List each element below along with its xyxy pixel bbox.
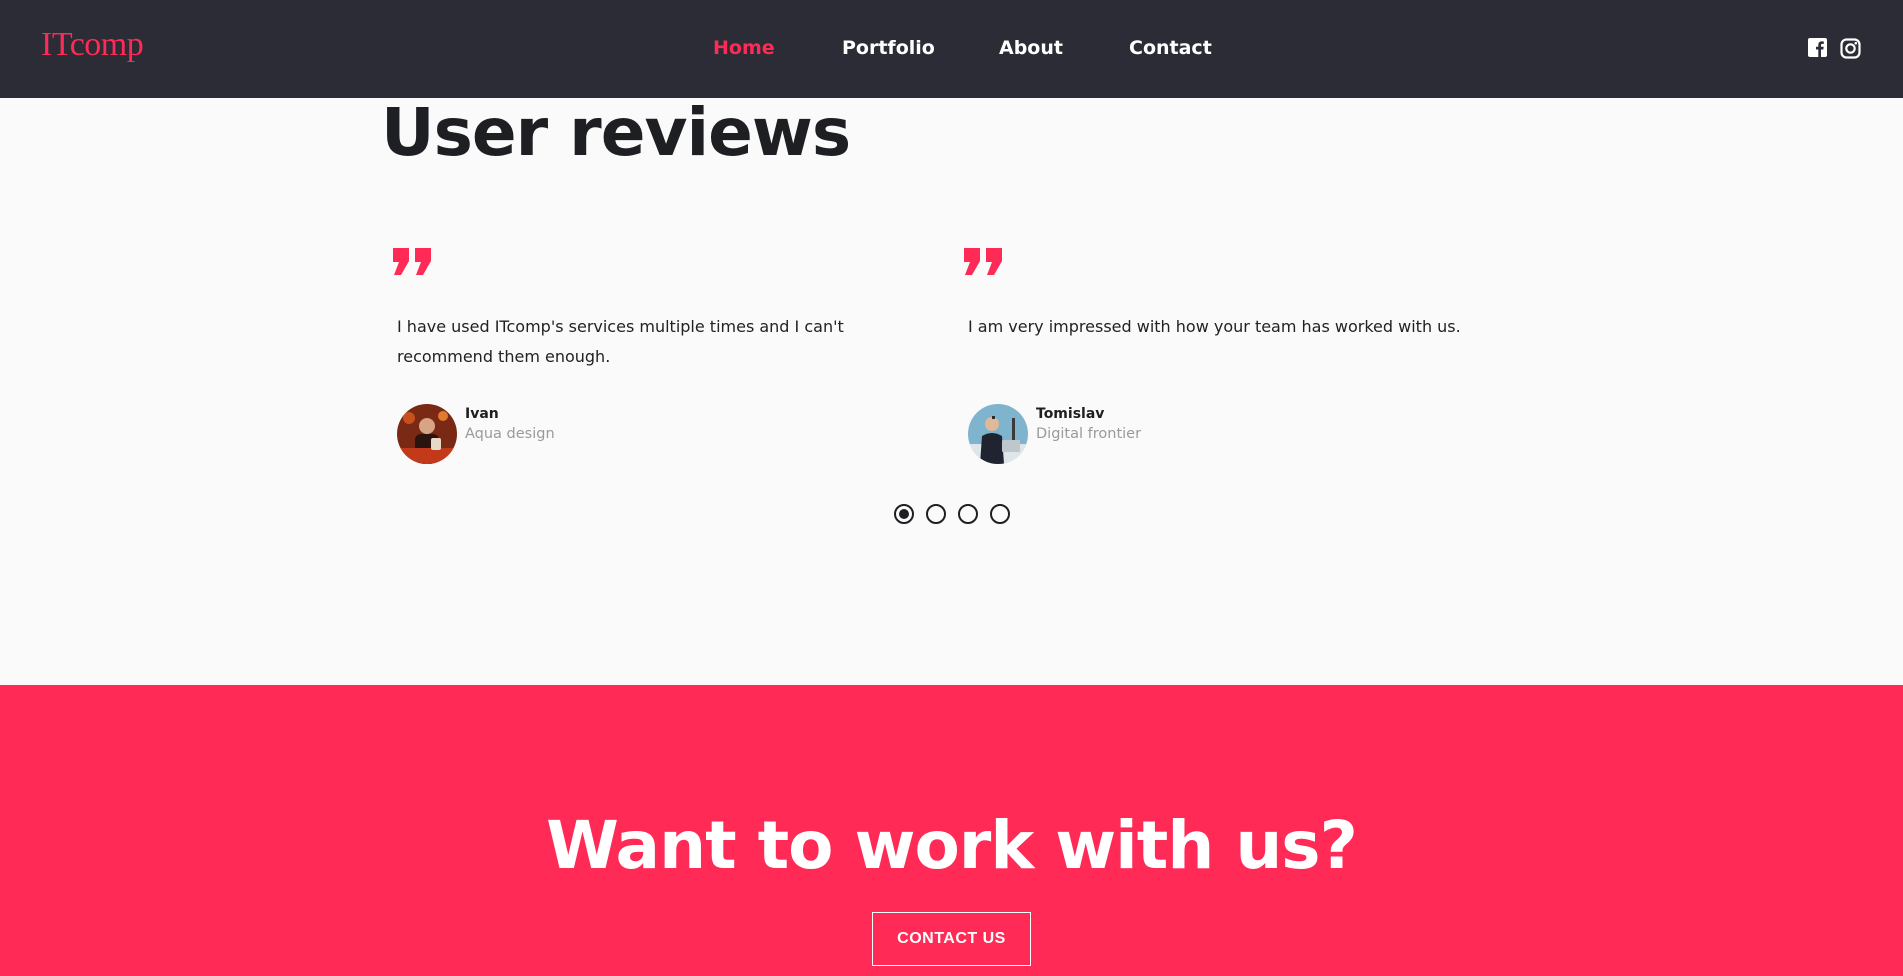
quote-icon: [393, 248, 431, 275]
author-company: Aqua design: [465, 426, 555, 442]
author-name: Tomislav: [1036, 406, 1105, 422]
pagination-dot[interactable]: [926, 504, 946, 524]
reviews-section: User reviews I have used ITcomp's servic…: [0, 94, 1903, 685]
avatar: [968, 404, 1028, 464]
quote-icon: [964, 248, 1002, 275]
avatar: [397, 404, 457, 464]
navbar: ITcomp Home Portfolio About Contact: [0, 0, 1903, 98]
cta-title: Want to work with us?: [546, 807, 1358, 884]
pagination-dot[interactable]: [958, 504, 978, 524]
nav-link-contact[interactable]: Contact: [1129, 37, 1212, 59]
main-nav: Home Portfolio About Contact: [0, 37, 1903, 63]
review-text: I have used ITcomp's services multiple t…: [397, 317, 844, 366]
review-text: I am very impressed with how your team h…: [968, 317, 1461, 336]
cta-section: Want to work with us? CONTACT US: [0, 685, 1903, 976]
reviews-title: User reviews: [381, 94, 851, 171]
facebook-icon[interactable]: [1808, 38, 1829, 59]
author-name: Ivan: [465, 406, 499, 422]
instagram-icon[interactable]: [1840, 38, 1861, 59]
nav-link-about[interactable]: About: [999, 37, 1063, 59]
contact-us-button[interactable]: CONTACT US: [872, 912, 1031, 966]
nav-link-home[interactable]: Home: [713, 37, 775, 59]
pagination-dot[interactable]: [990, 504, 1010, 524]
pagination-dot[interactable]: [894, 504, 914, 524]
author-company: Digital frontier: [1036, 426, 1142, 442]
nav-link-portfolio[interactable]: Portfolio: [842, 37, 935, 59]
